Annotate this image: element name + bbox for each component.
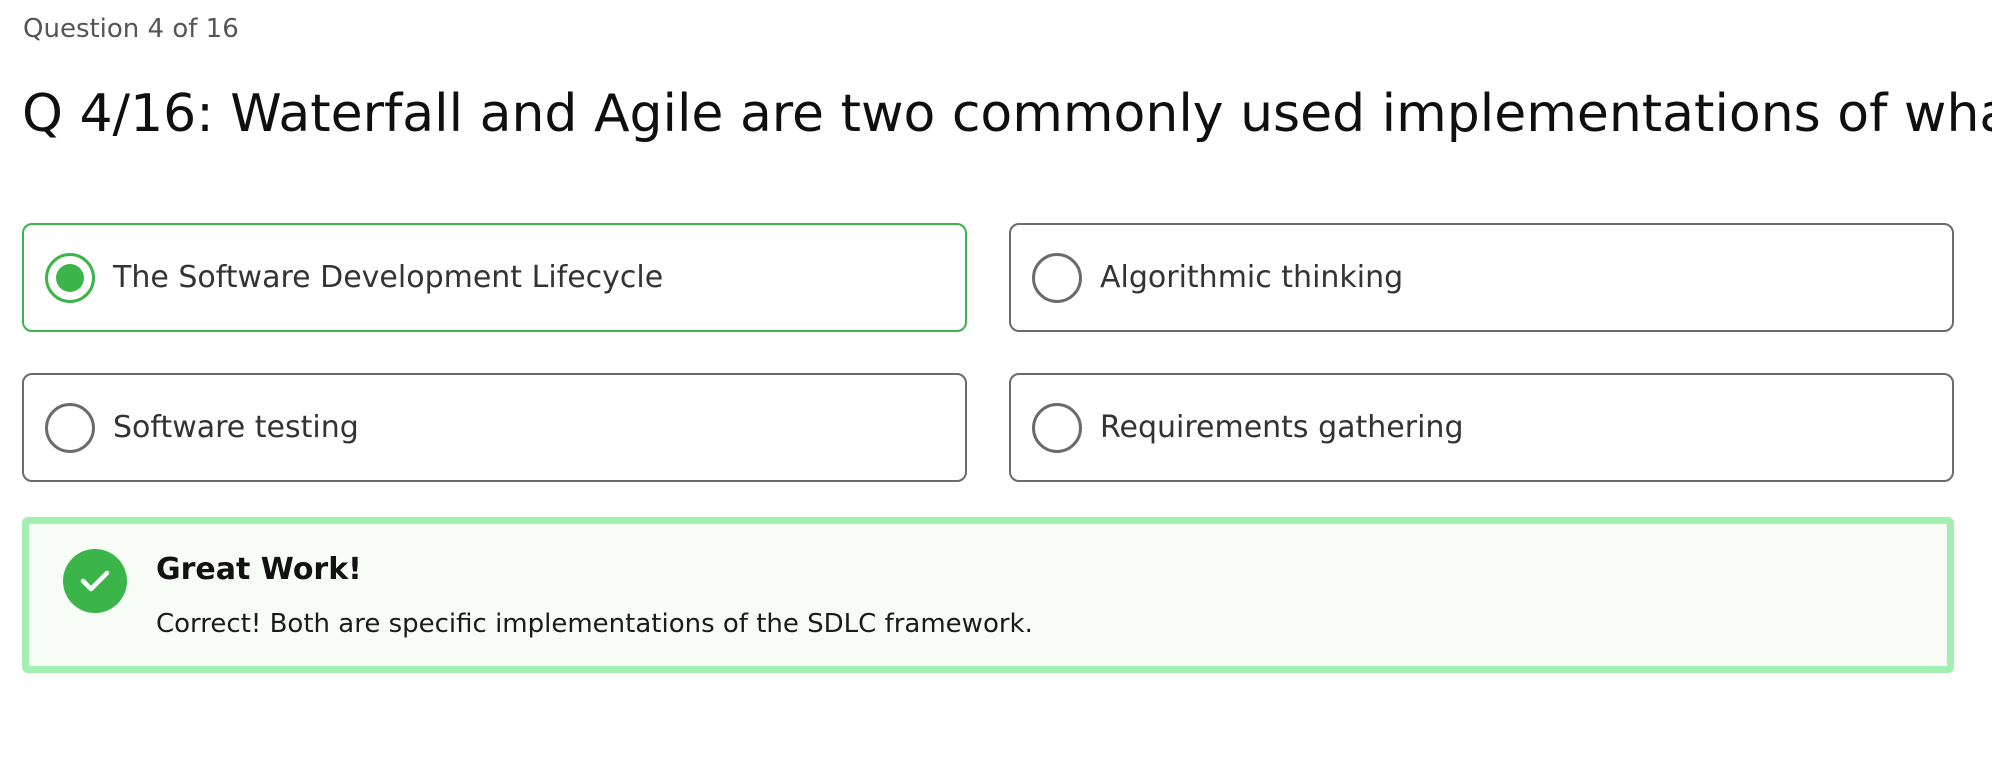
answer-option-label: Software testing bbox=[113, 410, 359, 445]
answer-option-software-development-lifecycle[interactable]: The Software Development Lifecycle bbox=[22, 223, 967, 332]
radio-button[interactable] bbox=[1032, 252, 1082, 303]
answer-option-label: The Software Development Lifecycle bbox=[113, 260, 664, 295]
question-progress: Question 4 of 16 bbox=[23, 14, 239, 44]
feedback-title: Great Work! bbox=[156, 552, 362, 587]
answer-option-requirements-gathering[interactable]: Requirements gathering bbox=[1009, 373, 1954, 482]
checkmark-icon bbox=[63, 549, 127, 613]
radio-button[interactable] bbox=[45, 402, 95, 453]
radio-button[interactable] bbox=[1032, 402, 1082, 453]
answer-options: The Software Development Lifecycle Algor… bbox=[22, 223, 1954, 482]
quiz-page: Question 4 of 16 Q 4/16: Waterfall and A… bbox=[0, 0, 1992, 764]
radio-selected-dot bbox=[56, 263, 84, 292]
answer-option-label: Requirements gathering bbox=[1100, 410, 1464, 445]
feedback-panel: Great Work! Correct! Both are specific i… bbox=[22, 517, 1954, 673]
question-text: Q 4/16: Waterfall and Agile are two comm… bbox=[22, 84, 1992, 144]
feedback-message: Correct! Both are specific implementatio… bbox=[156, 609, 1033, 639]
radio-button-selected[interactable] bbox=[45, 252, 95, 303]
answer-option-label: Algorithmic thinking bbox=[1100, 260, 1404, 295]
answer-option-algorithmic-thinking[interactable]: Algorithmic thinking bbox=[1009, 223, 1954, 332]
answer-option-software-testing[interactable]: Software testing bbox=[22, 373, 967, 482]
